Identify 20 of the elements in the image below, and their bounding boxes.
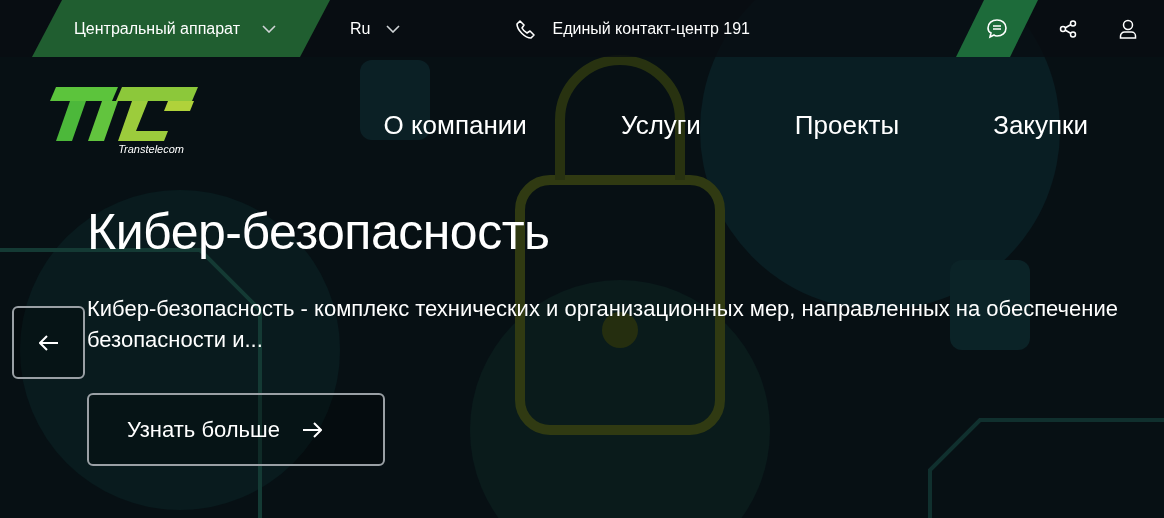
contact-center-link[interactable]: Единый контакт-центр 191	[516, 18, 750, 39]
user-icon	[1119, 18, 1137, 39]
nav-link[interactable]: О компании	[383, 110, 527, 141]
chevron-down-icon	[386, 24, 401, 33]
slide-description: Кибер-безопасность - комплекс технических и организационных мер, направленных на обеспечение безопасности и...	[87, 295, 1119, 354]
logo-caption: Transtelecom	[118, 143, 184, 155]
arrow-left-icon	[38, 334, 59, 351]
region-dropdown[interactable]: Центральный аппарат	[32, 0, 330, 57]
chevron-down-icon	[262, 24, 276, 33]
nav-link[interactable]: Проекты	[794, 110, 900, 141]
slide-title: Кибер-безопасность	[87, 203, 550, 261]
learn-more-button[interactable]: Узнать больше	[87, 393, 385, 466]
nav-link[interactable]: Услуги	[620, 110, 701, 141]
language-dropdown[interactable]: Ru	[344, 18, 407, 39]
chat-icon	[986, 17, 1008, 40]
nav-link[interactable]: Закупки	[993, 110, 1088, 141]
phone-icon	[516, 18, 537, 39]
previous-slide-button[interactable]	[12, 306, 85, 379]
share-icon	[1059, 19, 1077, 38]
arrow-right-icon	[301, 421, 322, 438]
